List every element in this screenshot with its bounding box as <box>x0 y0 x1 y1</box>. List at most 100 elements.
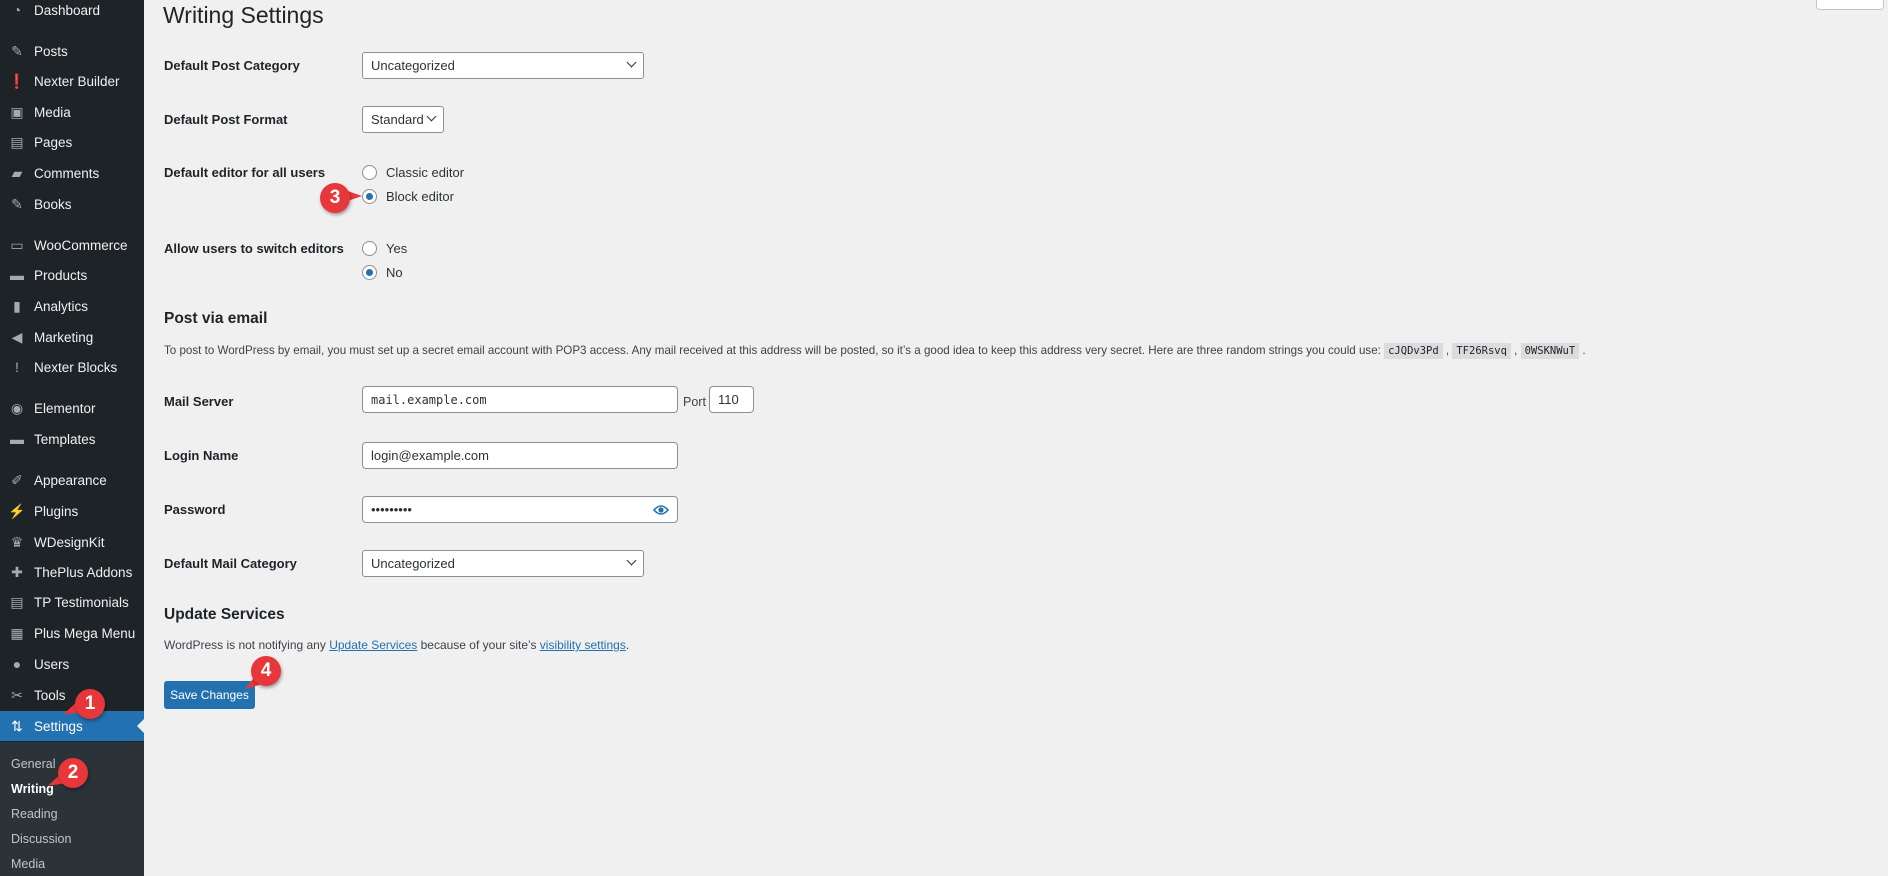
sidebar-item-wdesignkit[interactable]: ♛ WDesignKit <box>0 527 144 557</box>
pin-icon: ✎ <box>11 195 23 212</box>
submenu-general[interactable]: General <box>11 757 55 771</box>
sidebar-item-label: Appearance <box>34 472 107 488</box>
sidebar-item-analytics[interactable]: ▮ Analytics <box>0 291 144 321</box>
annotation-badge-4: 4 <box>251 656 281 686</box>
sidebar-item-label: Products <box>34 267 88 283</box>
mega-menu-icon: ▦ <box>10 624 24 641</box>
eye-icon[interactable] <box>653 504 669 516</box>
default-post-category-select[interactable]: Uncategorized <box>362 52 644 79</box>
sidebar-item-label: Media <box>34 104 71 120</box>
testimonial-icon: ▤ <box>10 593 24 610</box>
sidebar-item-plus-mega-menu[interactable]: ▦ Plus Mega Menu <box>0 618 144 648</box>
default-mail-category-select[interactable]: Uncategorized <box>362 550 644 577</box>
radio-block-editor[interactable]: Block editor <box>362 189 454 204</box>
password-label: Password <box>164 502 226 517</box>
sidebar-item-label: Settings <box>34 718 83 734</box>
sidebar-item-marketing[interactable]: ◀ Marketing <box>0 322 144 352</box>
annotation-badge-1: 1 <box>75 689 105 719</box>
chevron-down-icon <box>426 111 437 122</box>
sidebar-item-plugins[interactable]: ⚡ Plugins <box>0 496 144 526</box>
page-title: Writing Settings <box>163 2 324 28</box>
default-editor-label: Default editor for all users <box>164 165 326 180</box>
sidebar-item-templates[interactable]: ▬ Templates <box>0 424 144 454</box>
sidebar-item-tp-testimonials[interactable]: ▤ TP Testimonials <box>0 587 144 617</box>
sidebar-item-posts[interactable]: ✎ Posts <box>0 36 144 66</box>
pin-icon: ✎ <box>11 42 23 59</box>
allow-switch-label: Allow users to switch editors <box>164 241 344 256</box>
submenu-reading[interactable]: Reading <box>11 807 58 821</box>
sidebar-item-label: Posts <box>34 43 68 59</box>
login-name-input[interactable]: login@example.com <box>362 442 678 469</box>
update-services-heading: Update Services <box>164 606 285 623</box>
select-value: Uncategorized <box>371 58 455 73</box>
sidebar-item-media[interactable]: ▣ Media <box>0 97 144 127</box>
radio-no[interactable]: No <box>362 265 403 280</box>
port-input[interactable]: 110 <box>709 386 754 413</box>
mail-server-input[interactable]: mail.example.com <box>362 386 678 413</box>
user-icon: ● <box>12 656 22 672</box>
chevron-down-icon <box>626 57 637 68</box>
random-string: TF26Rsvq <box>1452 343 1511 359</box>
archive-icon: ▬ <box>10 267 24 283</box>
annotation-badge-3: 3 <box>320 183 350 213</box>
nexter-blocks-icon: ! <box>15 359 19 375</box>
sidebar-item-pages[interactable]: ▤ Pages <box>0 127 144 157</box>
sidebar-item-users[interactable]: ● Users <box>0 649 144 679</box>
sidebar-item-books[interactable]: ✎ Books <box>0 189 144 219</box>
sidebar-item-label: TP Testimonials <box>34 594 129 610</box>
update-services-link[interactable]: Update Services <box>329 638 417 652</box>
radio-button[interactable] <box>362 265 377 280</box>
sidebar-item-label: Templates <box>34 431 96 447</box>
text: . <box>625 638 630 652</box>
wdesignkit-icon: ♛ <box>10 533 24 550</box>
sidebar-item-woocommerce[interactable]: ▭ WooCommerce <box>0 230 144 260</box>
sidebar-item-nexter-blocks[interactable]: ! Nexter Blocks <box>0 352 144 382</box>
radio-button[interactable] <box>362 165 377 180</box>
sidebar-item-label: Nexter Builder <box>34 73 120 89</box>
select-value: Standard <box>371 112 424 127</box>
select-value: Uncategorized <box>371 556 455 571</box>
sidebar-item-label: Elementor <box>34 400 96 416</box>
password-input[interactable]: ••••••••• <box>362 496 678 523</box>
sidebar-item-products[interactable]: ▬ Products <box>0 260 144 290</box>
sidebar-item-appearance[interactable]: ✐ Appearance <box>0 465 144 495</box>
sidebar-item-comments[interactable]: ▰ Comments <box>0 158 144 188</box>
submenu-media[interactable]: Media <box>11 857 45 871</box>
radio-button[interactable] <box>362 241 377 256</box>
default-post-format-label: Default Post Format <box>164 112 288 127</box>
dashboard-icon: ◔ <box>12 2 22 18</box>
default-post-format-select[interactable]: Standard <box>362 106 444 133</box>
sidebar-item-label: Marketing <box>34 329 94 345</box>
radio-classic-editor[interactable]: Classic editor <box>362 165 464 180</box>
settings-icon: ⇅ <box>11 717 23 734</box>
pages-icon: ▤ <box>10 133 24 150</box>
help-tab-button[interactable] <box>1816 0 1884 10</box>
sidebar-item-label: Tools <box>34 687 66 703</box>
sidebar-item-label: Analytics <box>34 298 89 314</box>
sidebar-item-label: Dashboard <box>34 2 101 18</box>
sidebar-item-elementor[interactable]: ◉ Elementor <box>0 393 144 423</box>
submenu-discussion[interactable]: Discussion <box>11 832 71 846</box>
post-via-email-heading: Post via email <box>164 310 268 327</box>
sidebar-item-label: WooCommerce <box>34 237 128 253</box>
media-icon: ▣ <box>10 103 24 120</box>
megaphone-icon: ◀ <box>11 328 23 345</box>
radio-yes[interactable]: Yes <box>362 241 407 256</box>
chevron-down-icon <box>626 555 637 566</box>
sidebar-item-theplus-addons[interactable]: ✚ ThePlus Addons <box>0 557 144 587</box>
radio-button[interactable] <box>362 189 377 204</box>
woocommerce-icon: ▭ <box>10 236 24 253</box>
update-services-text: WordPress is not notifying any Update Se… <box>164 638 629 652</box>
radio-label: Classic editor <box>386 165 465 180</box>
sidebar-item-label: Users <box>34 656 70 672</box>
sidebar-item-dashboard[interactable]: ◔ Dashboard <box>0 0 144 25</box>
radio-label: Yes <box>386 241 408 256</box>
visibility-settings-link[interactable]: visibility settings <box>540 638 626 652</box>
default-post-category-label: Default Post Category <box>164 58 300 73</box>
sidebar-item-nexter-builder[interactable]: ❗ Nexter Builder <box>0 66 144 96</box>
login-name-label: Login Name <box>164 448 239 463</box>
brush-icon: ✐ <box>11 471 23 488</box>
plug-icon: ⚡ <box>8 502 26 519</box>
wrench-icon: ✂ <box>11 686 23 703</box>
sidebar-item-label: Pages <box>34 134 73 150</box>
